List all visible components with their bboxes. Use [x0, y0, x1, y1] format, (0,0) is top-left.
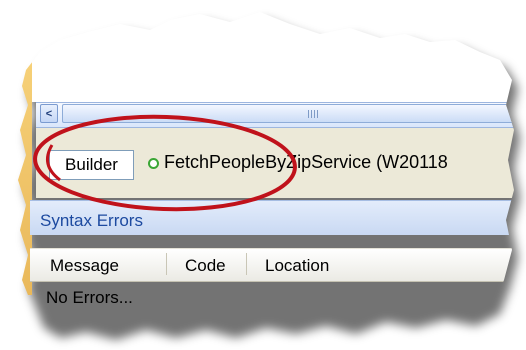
column-header-location[interactable]: Location: [265, 256, 329, 276]
column-divider[interactable]: [166, 253, 167, 275]
chevron-left-icon: <: [45, 107, 53, 120]
scroll-grip-icon: [308, 110, 318, 118]
screenshot-stage: < Builder FetchPeopleByZipService (W2011…: [0, 0, 526, 350]
status-dot-icon: [148, 158, 159, 169]
empty-message: No Errors...: [46, 288, 133, 307]
tab-service[interactable]: FetchPeopleByZipService (W20118: [164, 152, 448, 173]
ide-window-crop: < Builder FetchPeopleByZipService (W2011…: [0, 0, 526, 350]
tab-builder-label: Builder: [65, 155, 118, 174]
panel-title: Syntax Errors: [40, 211, 143, 230]
column-divider[interactable]: [246, 253, 247, 275]
scroll-left-button[interactable]: <: [40, 104, 58, 123]
scrollbar-thumb[interactable]: [62, 104, 526, 123]
tab-builder[interactable]: Builder: [49, 150, 134, 180]
column-header-message[interactable]: Message: [50, 256, 119, 276]
column-header-code[interactable]: Code: [185, 256, 226, 276]
